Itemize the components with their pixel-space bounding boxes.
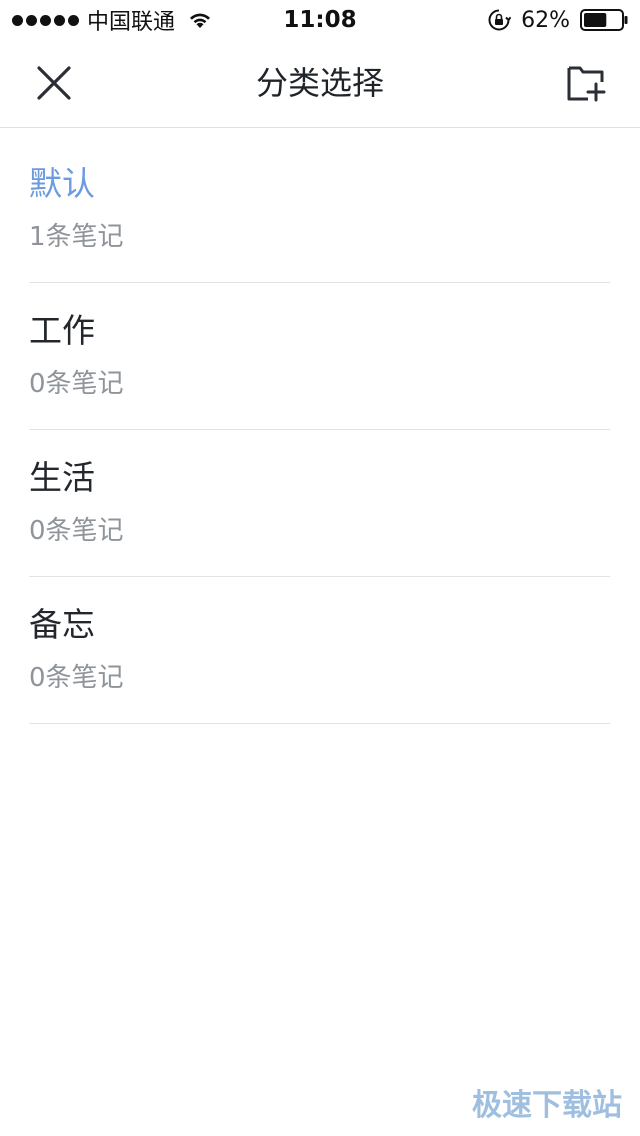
nav-bar: 分类选择 — [0, 40, 640, 128]
battery-percent: 62% — [521, 7, 570, 33]
category-item-life[interactable]: 生活 0条笔记 — [29, 430, 610, 577]
category-name: 备忘 — [29, 605, 95, 644]
category-name: 工作 — [29, 311, 95, 350]
category-note-count: 1条笔记 — [29, 222, 124, 252]
category-name: 生活 — [29, 458, 95, 497]
battery-icon — [580, 9, 628, 31]
page-title: 分类选择 — [255, 64, 384, 102]
add-folder-icon — [567, 66, 606, 102]
category-name: 默认 — [29, 164, 95, 203]
status-bar: 中国联通 11:08 62% — [0, 0, 640, 40]
orientation-lock-icon — [488, 9, 512, 31]
category-list: 默认 1条笔记 工作 0条笔记 生活 0条笔记 备忘 0条笔记 — [29, 136, 610, 724]
category-note-count: 0条笔记 — [29, 516, 124, 546]
watermark-text: 极速下载站 — [472, 1088, 622, 1123]
status-bar-right: 62% — [487, 6, 628, 34]
category-item-memo[interactable]: 备忘 0条笔记 — [29, 577, 610, 724]
category-item-work[interactable]: 工作 0条笔记 — [29, 283, 610, 430]
category-note-count: 0条笔记 — [29, 369, 124, 399]
category-item-default[interactable]: 默认 1条笔记 — [29, 136, 610, 283]
category-note-count: 0条笔记 — [29, 663, 124, 693]
add-folder-button[interactable] — [554, 54, 618, 112]
